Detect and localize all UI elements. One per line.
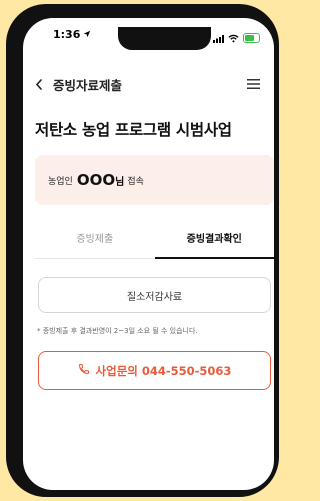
tab-bar: 증빙제출 증빙결과확인 <box>35 225 274 259</box>
tab-submit[interactable]: 증빙제출 <box>35 225 155 259</box>
notice-text: * 증빙제출 후 결과반영이 2~3일 소요 될 수 있습니다. <box>37 327 198 335</box>
feed-document-label: 질소저감사료 <box>126 291 183 303</box>
page-title: 저탄소 농업 프로그램 시범사업 <box>35 121 232 139</box>
phone-icon <box>78 363 90 378</box>
status-bar-icons <box>213 28 260 47</box>
user-suffix: 님 <box>115 176 125 188</box>
back-button[interactable] <box>35 74 49 94</box>
status-bar-time: 1:36 <box>53 28 91 41</box>
user-card: 농업인 OOO 님 접속 <box>35 155 274 205</box>
contact-call-button[interactable]: 사업문의 044-550-5063 <box>38 351 271 390</box>
feed-document-button[interactable]: 질소저감사료 <box>38 277 271 313</box>
header-title: 증빙자료제출 <box>53 77 123 93</box>
user-connected-label: 접속 <box>127 176 144 187</box>
nav-header: 증빙자료제출 <box>35 74 262 94</box>
phone-notch <box>118 27 211 50</box>
user-name: OOO <box>76 171 116 189</box>
user-prefix: 농업인 <box>48 176 73 187</box>
contact-label: 사업문의 044-550-5063 <box>95 363 232 378</box>
signal-icon <box>213 28 224 47</box>
chevron-left-icon <box>35 78 42 90</box>
tab-result-check[interactable]: 증빙결과확인 <box>154 225 274 259</box>
battery-icon <box>243 32 260 43</box>
location-icon <box>83 28 91 41</box>
time-label: 1:36 <box>53 28 81 41</box>
wifi-icon <box>228 28 239 47</box>
hamburger-icon <box>246 79 260 89</box>
app-screen: 1:36 증빙자료제출 저탄소 농업 프로그램 시범사업 농업인 OOO 님 접… <box>23 18 274 490</box>
menu-button[interactable] <box>244 75 262 93</box>
phone-frame: 1:36 증빙자료제출 저탄소 농업 프로그램 시범사업 농업인 OOO 님 접… <box>6 4 279 497</box>
